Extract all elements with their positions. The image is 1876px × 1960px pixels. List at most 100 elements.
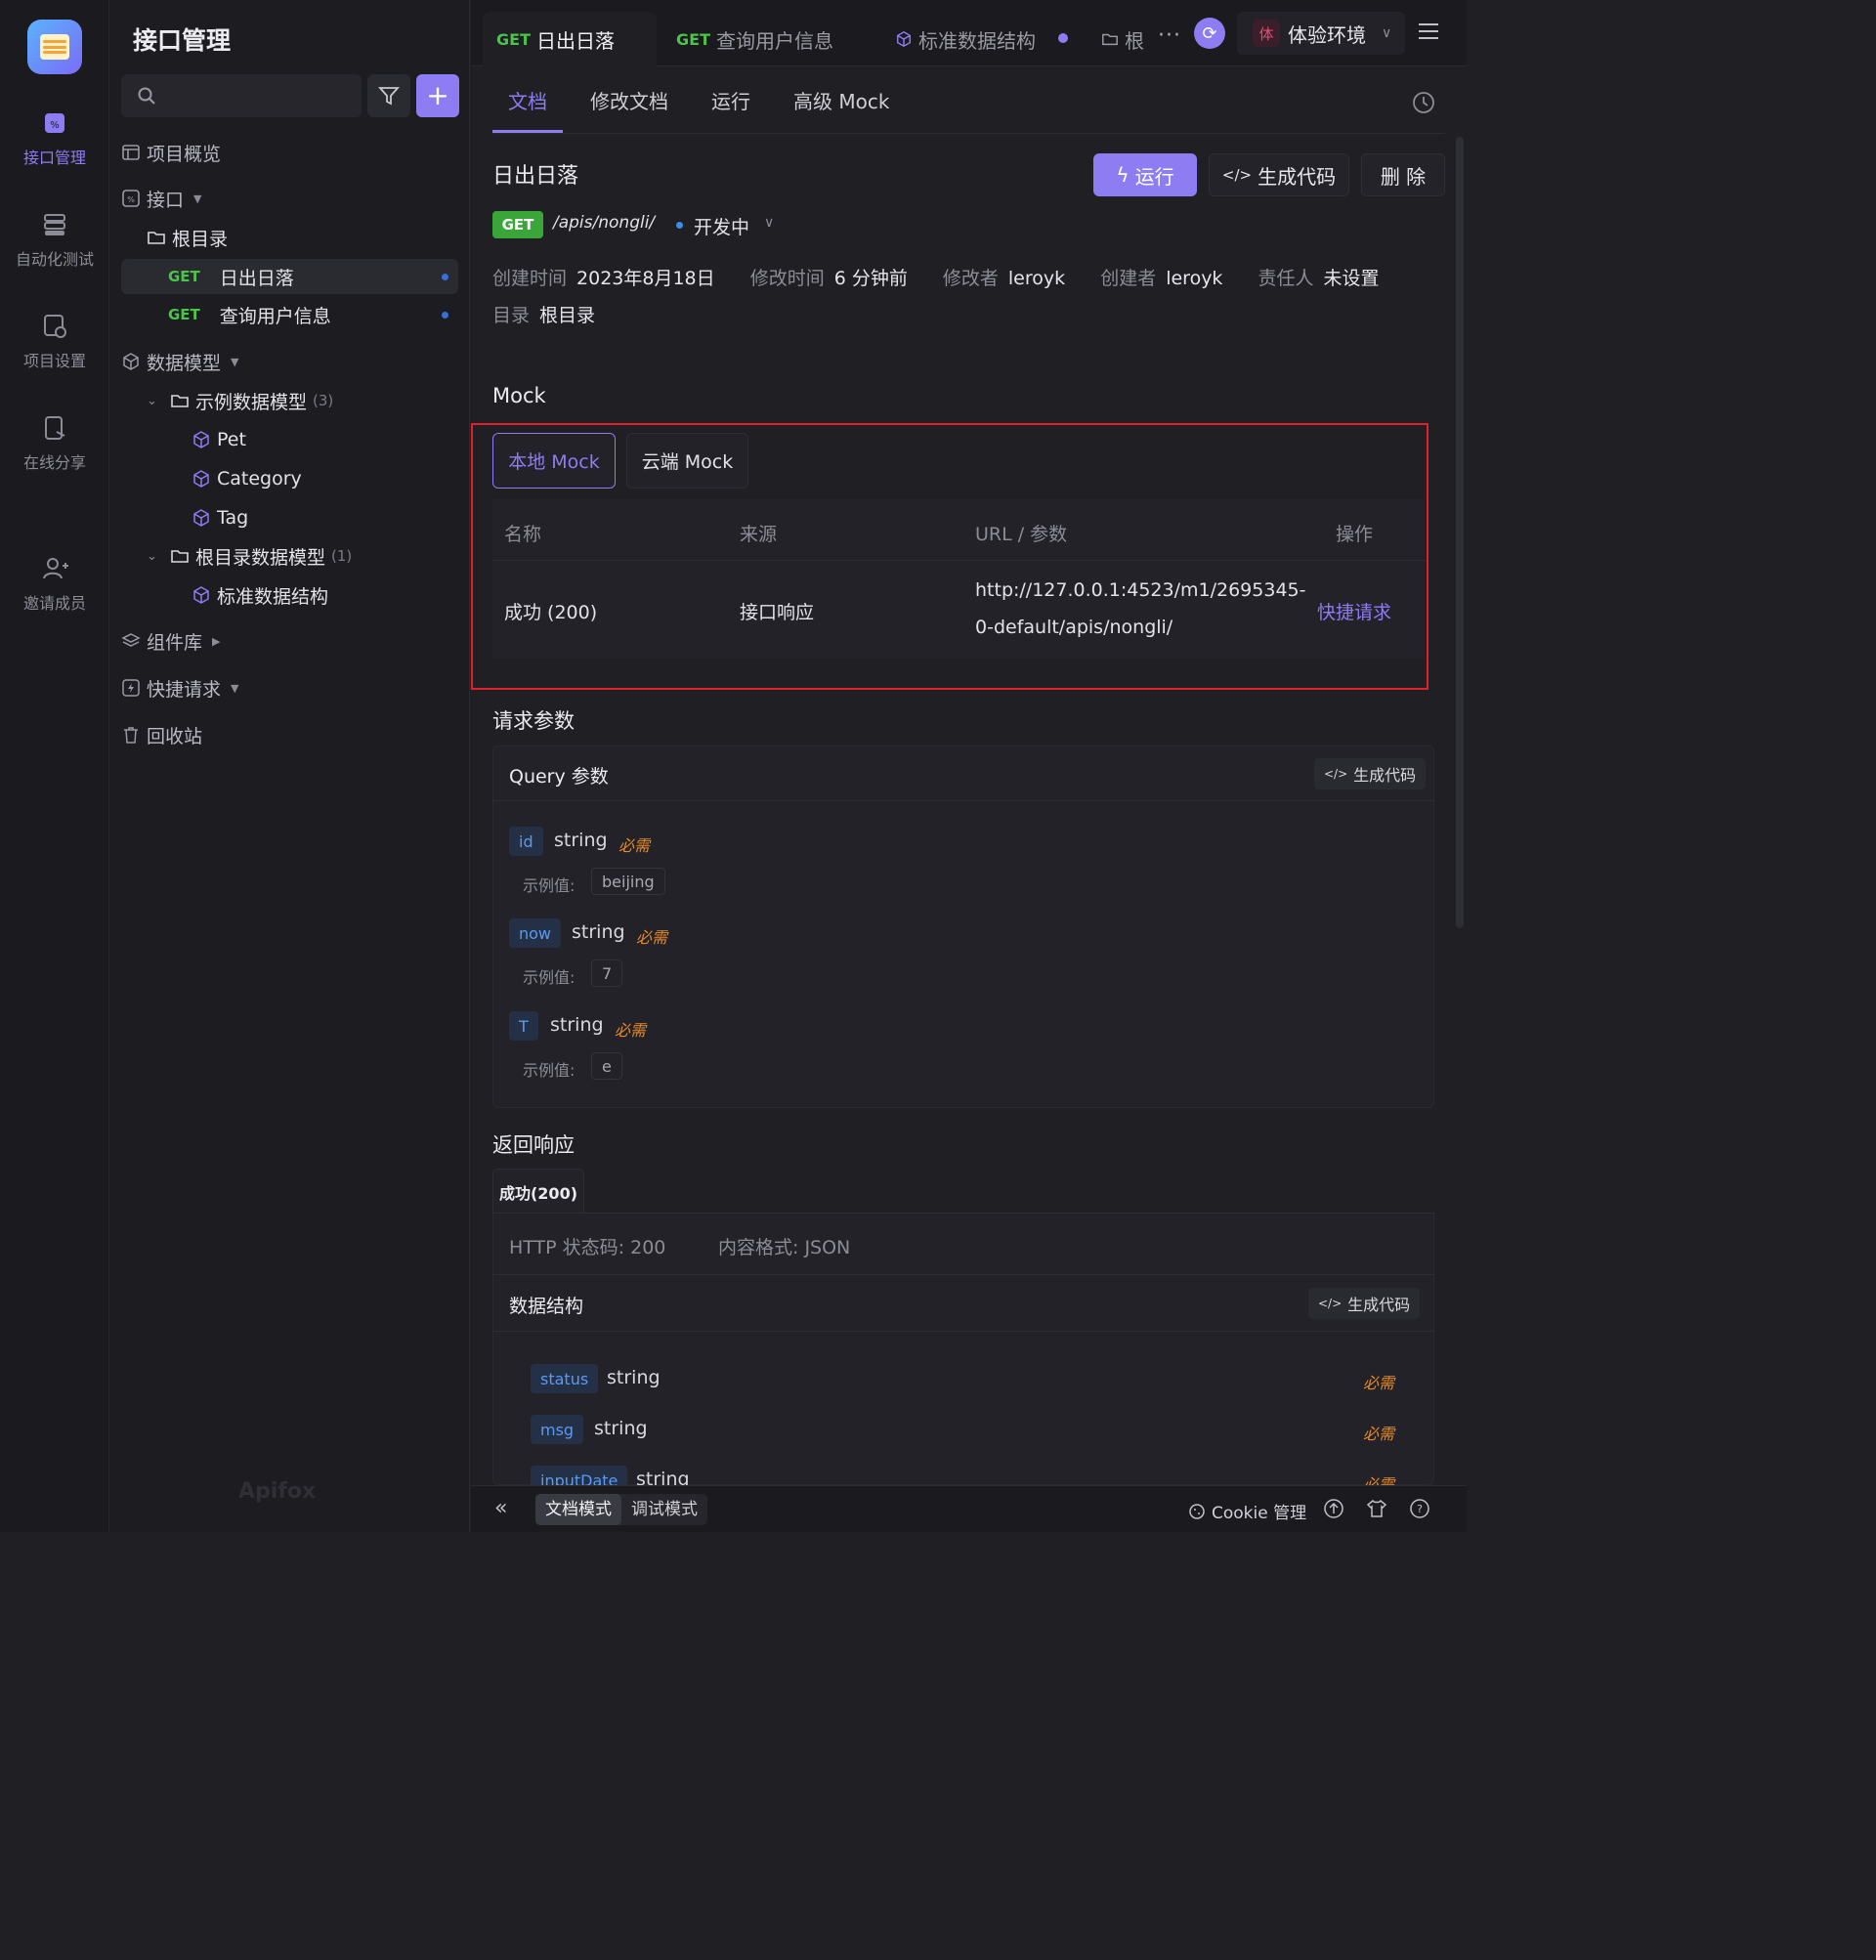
quick-request-link[interactable]: 快捷请求 [1317,598,1391,624]
add-button[interactable]: + [416,74,459,117]
folder-icon [171,395,189,407]
share-icon [45,416,65,440]
chevron-down-icon: ∨ [1382,25,1392,41]
chevron-down-icon[interactable]: ∨ [764,215,774,231]
apifox-watermark: Apifox [238,1479,317,1504]
invite-user-icon [43,558,68,579]
cookie-manager-button[interactable]: Cookie 管理 [1188,1499,1306,1523]
tab-root-folder[interactable]: 根 [1101,12,1144,66]
rail-item-invite[interactable]: 邀请成员 [0,553,109,614]
tab-edit-doc[interactable]: 修改文档 [590,78,668,133]
sidebar-item-model-pet[interactable]: Pet [192,422,458,457]
svg-text:?: ? [1417,1503,1423,1515]
sidebar-item-components[interactable]: 组件库 ▶ [121,623,458,659]
sidebar-item-model-tag[interactable]: Tag [192,500,458,535]
col-url: URL / 参数 [975,524,1068,545]
caret-right-icon[interactable]: ▶ [212,635,220,648]
generate-code-button[interactable]: </> 生成代码 [1209,153,1349,196]
bottom-bar: « 文档模式 调试模式 Cookie 管理 ? [471,1485,1467,1532]
api-dir: 目录 根目录 [492,305,596,326]
tab-user-info[interactable]: GET 查询用户信息 [676,12,833,66]
env-badge: 体 [1253,20,1280,47]
param-name: now [509,918,562,948]
bolt-icon: ϟ [1116,163,1130,187]
settings-icon [44,315,66,338]
tab-sunrise[interactable]: GET 日出日落 [483,12,657,66]
rail-item-settings[interactable]: 项目设置 [0,311,109,371]
col-name: 名称 [504,524,542,545]
sidebar-item-root-folder[interactable]: 根目录 [147,220,458,255]
caret-down-icon[interactable]: ▼ [231,356,238,368]
scrollbar[interactable] [1456,137,1464,928]
caret-down-icon[interactable]: ▼ [231,682,238,695]
tab-cloud-mock[interactable]: 云端 Mock [626,433,748,489]
doc-mode-button[interactable]: 文档模式 [535,1494,621,1525]
filter-icon [378,87,400,106]
tab-standard-model[interactable]: 标准数据结构 [895,12,1036,66]
field-name: status [531,1364,599,1393]
status-dot [676,222,683,229]
bolt-box-icon [122,679,140,697]
chevron-down-icon[interactable]: ⌄ [147,394,166,408]
api-group-icon: % [122,190,140,207]
chevron-down-icon[interactable]: ⌄ [147,549,166,564]
rail-item-api[interactable]: % 接口管理 [0,107,109,168]
code-icon: </> [1324,767,1348,781]
svg-text:%: % [50,120,60,131]
divider [493,1274,1433,1275]
environment-select[interactable]: 体 体验环境 ∨ [1237,12,1405,55]
code-icon: </> [1318,1297,1343,1310]
sidebar-item-api-user[interactable]: GET 查询用户信息 [121,297,458,332]
search-input[interactable] [121,74,362,117]
apifox-logo[interactable] [27,20,82,74]
help-icon[interactable]: ? [1409,1498,1430,1519]
collapse-icon[interactable]: « [494,1496,507,1520]
tab-local-mock[interactable]: 本地 Mock [492,433,616,489]
delete-button[interactable]: 删 除 [1361,153,1445,196]
sidebar-item-api-group[interactable]: % 接口 ▼ [121,181,458,216]
sidebar-item-overview[interactable]: 项目概览 [121,135,458,170]
sidebar-item-data-models[interactable]: 数据模型 ▼ [121,344,458,379]
field-name: msg [531,1415,584,1444]
rail-item-share[interactable]: 在线分享 [0,412,109,473]
divider [492,560,1426,561]
rail-item-automation[interactable]: 自动化测试 [0,209,109,270]
cube-icon [896,30,912,48]
tab-advanced-mock[interactable]: 高级 Mock [793,78,889,133]
sidebar-item-model-category[interactable]: Category [192,461,458,496]
tab-response-200[interactable]: 成功(200) [492,1169,584,1214]
sidebar-item-quick-request[interactable]: 快捷请求 ▼ [121,670,458,705]
generate-code-button[interactable]: </> 生成代码 [1314,758,1427,789]
sidebar-item-sample-folder[interactable]: ⌄ 示例数据模型 (3) [147,383,458,418]
cube-icon [193,431,209,448]
sidebar-item-model-standard[interactable]: 标准数据结构 [192,577,458,613]
caret-down-icon[interactable]: ▼ [193,192,201,205]
sidebar-item-api-sunrise[interactable]: GET 日出日落 [121,259,458,294]
run-button[interactable]: ϟ 运行 [1093,153,1197,196]
sidebar-item-root-model-folder[interactable]: ⌄ 根目录数据模型 (1) [147,538,458,574]
response-title: 返回响应 [492,1133,575,1157]
mock-row-url-1[interactable]: http://127.0.0.1:4523/m1/2695345- [975,579,1305,601]
mode-switch: 文档模式 调试模式 [535,1494,707,1525]
tab-run[interactable]: 运行 [711,78,750,133]
sync-icon[interactable]: ⟳ [1194,18,1225,49]
divider [493,1331,1433,1332]
tab-doc[interactable]: 文档 [492,78,563,133]
mock-row-source: 接口响应 [740,602,815,623]
api-status-select[interactable]: 开发中 [694,213,749,239]
divider [492,133,1445,134]
folder-icon [148,232,165,244]
shirt-icon[interactable] [1366,1498,1387,1519]
more-tabs-icon[interactable]: ··· [1158,23,1181,48]
history-icon[interactable] [1411,90,1436,115]
generate-code-button[interactable]: </> 生成代码 [1308,1288,1421,1319]
field-required: 必需 [1363,1425,1395,1443]
api-icon: % [45,113,64,133]
upload-icon[interactable] [1323,1498,1344,1519]
mock-row-url-2[interactable]: 0-default/apis/nongli/ [975,617,1172,638]
menu-icon[interactable] [1419,23,1438,44]
query-params-card: Query 参数 </> 生成代码 id string 必需 示例值: beij… [492,746,1434,1108]
filter-button[interactable] [367,74,410,117]
debug-mode-button[interactable]: 调试模式 [621,1494,707,1525]
sidebar-item-trash[interactable]: 回收站 [121,717,458,752]
